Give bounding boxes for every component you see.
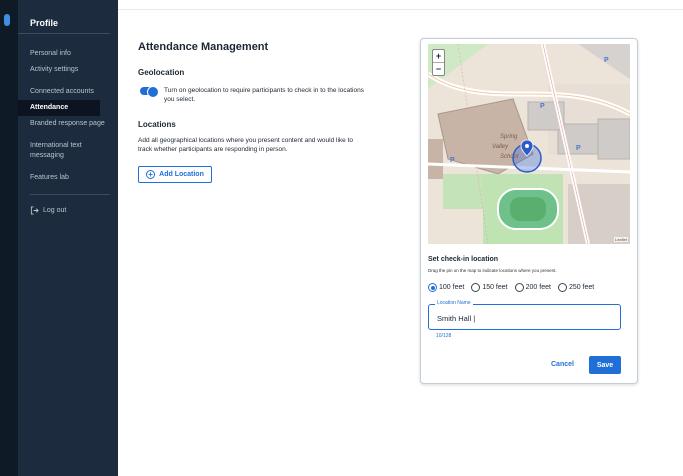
- sidebar-title: Profile: [18, 0, 110, 34]
- sidebar-item-branded-response-page[interactable]: Branded response page: [18, 116, 118, 132]
- main-content: Attendance Management Geolocation Turn o…: [118, 0, 683, 476]
- radio-selected-icon: [428, 283, 437, 292]
- geolocation-toggle-text: Turn on geolocation to require participa…: [164, 87, 364, 103]
- map-attribution[interactable]: Leaflet: [613, 237, 628, 242]
- sidebar-item-personal-info[interactable]: Personal info: [18, 46, 118, 62]
- locations-heading: Locations: [138, 120, 176, 129]
- map-zoom-control: + −: [432, 49, 445, 76]
- location-name-field[interactable]: Location Name Smith Hall |: [428, 300, 621, 330]
- character-counter: 10/128: [436, 333, 452, 339]
- radius-option-label: 250 feet: [568, 284, 595, 291]
- sidebar-item-connected-accounts[interactable]: Connected accounts: [18, 84, 118, 100]
- geolocation-setting: Turn on geolocation to require participa…: [140, 86, 365, 104]
- check-in-location-dialog: Spring Valley School P P P P + − Leaflet…: [420, 38, 638, 384]
- radius-option-150[interactable]: 150 feet: [471, 283, 508, 292]
- logout-button[interactable]: Log out: [18, 203, 118, 218]
- radius-option-200[interactable]: 200 feet: [514, 283, 551, 292]
- add-location-button[interactable]: + Add Location: [138, 166, 212, 183]
- map-canvas: Spring Valley School P P P P: [428, 44, 630, 244]
- sidebar-nav: Personal info Activity settings Connecte…: [18, 34, 118, 186]
- sidebar-item-activity-settings[interactable]: Activity settings: [18, 62, 118, 78]
- location-name-value[interactable]: Smith Hall |: [437, 314, 475, 323]
- location-map[interactable]: Spring Valley School P P P P + − Leaflet: [428, 44, 630, 244]
- logout-icon: [30, 206, 39, 215]
- zoom-in-button[interactable]: +: [433, 50, 444, 62]
- page-title: Attendance Management: [138, 41, 269, 53]
- rail-indicator: [4, 14, 10, 26]
- map-label-spring: Spring: [500, 134, 518, 140]
- cancel-button[interactable]: Cancel: [551, 361, 574, 368]
- sidebar-item-international-text-messaging[interactable]: International text messaging: [18, 138, 118, 164]
- parking-marker-3: P: [576, 145, 581, 152]
- parking-marker-1: P: [604, 57, 609, 64]
- location-name-label: Location Name: [435, 300, 473, 306]
- header-divider: [118, 9, 683, 10]
- app-rail: [0, 0, 18, 476]
- sidebar-title-text: Profile: [30, 18, 59, 28]
- sidebar-divider: [30, 194, 110, 195]
- add-location-label: Add Location: [159, 171, 204, 178]
- map-label-school: School: [500, 154, 519, 160]
- sidebar-item-attendance[interactable]: Attendance: [18, 100, 100, 116]
- radius-option-label: 100 feet: [439, 284, 465, 291]
- radio-unselected-icon: [557, 283, 567, 292]
- logout-label: Log out: [43, 207, 67, 214]
- app-root: Profile Personal info Activity settings …: [0, 0, 683, 476]
- radius-option-100[interactable]: 100 feet: [428, 283, 464, 292]
- save-button[interactable]: Save: [589, 356, 621, 374]
- set-check-in-description: Drag the pin on the map to indicate loca…: [428, 268, 557, 273]
- geolocation-heading: Geolocation: [138, 68, 185, 77]
- geolocation-toggle[interactable]: [140, 86, 159, 98]
- radius-option-label: 150 feet: [482, 284, 508, 291]
- radio-unselected-icon: [471, 283, 481, 292]
- set-check-in-heading: Set check-in location: [428, 256, 499, 263]
- map-label-valley: Valley: [492, 144, 509, 150]
- parking-marker-4: P: [450, 157, 455, 164]
- add-circle-icon: +: [146, 170, 156, 179]
- parking-marker-2: P: [540, 103, 545, 110]
- radius-option-250[interactable]: 250 feet: [557, 283, 595, 292]
- zoom-out-button[interactable]: −: [433, 62, 444, 75]
- radio-unselected-icon: [514, 283, 524, 292]
- profile-sidebar: Profile Personal info Activity settings …: [18, 0, 118, 476]
- radius-option-label: 200 feet: [525, 284, 551, 291]
- locations-description: Add all geographical locations where you…: [138, 137, 353, 153]
- radius-radio-group: 100 feet 150 feet 200 feet 250 feet: [428, 283, 594, 292]
- sidebar-item-features-lab[interactable]: Features lab: [18, 170, 118, 186]
